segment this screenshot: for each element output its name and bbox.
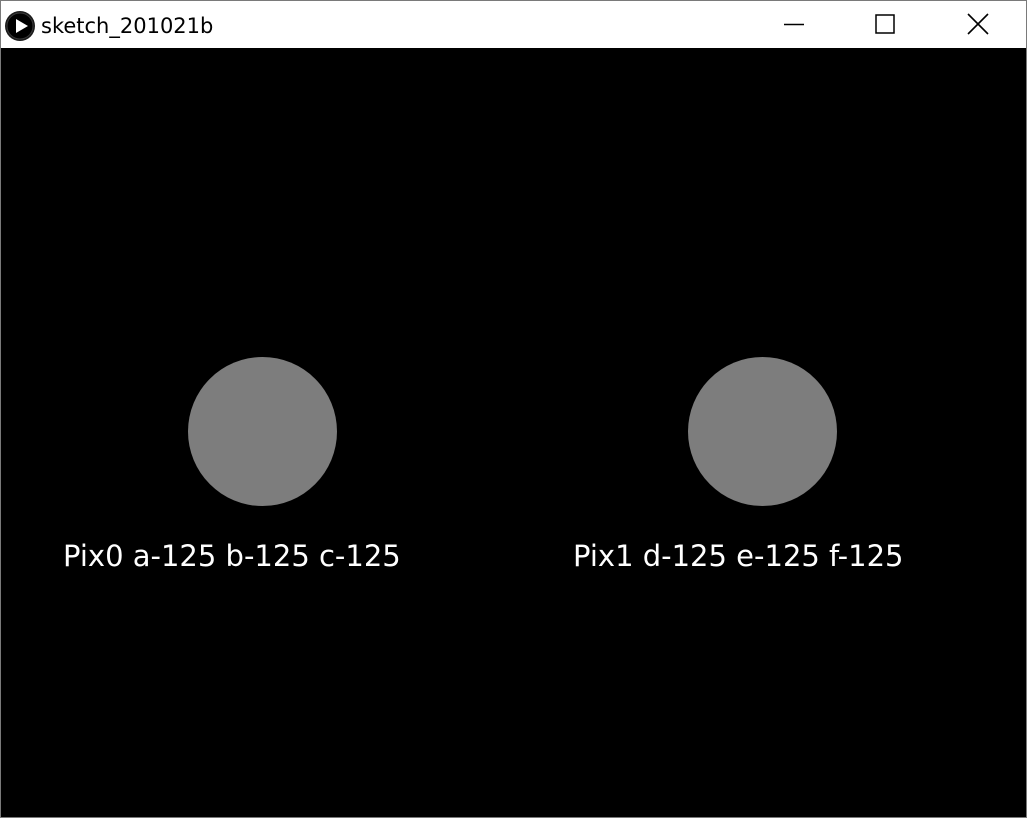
processing-play-icon	[5, 11, 35, 41]
maximize-icon	[875, 14, 895, 34]
close-button[interactable]	[955, 1, 1001, 47]
title-bar[interactable]: sketch_201021b	[1, 1, 1026, 48]
close-icon	[967, 13, 989, 35]
pixel-1-circle	[688, 357, 837, 506]
maximize-button[interactable]	[862, 1, 908, 47]
window-title: sketch_201021b	[41, 14, 214, 38]
sketch-window: sketch_201021b Pix0 a-125 b-125 c-125 Pi…	[0, 0, 1027, 818]
minimize-button[interactable]	[771, 1, 817, 47]
pixel-0-circle	[188, 357, 337, 506]
pixel-0-label: Pix0 a-125 b-125 c-125	[63, 539, 401, 573]
pixel-1-label: Pix1 d-125 e-125 f-125	[573, 539, 904, 573]
sketch-canvas[interactable]: Pix0 a-125 b-125 c-125 Pix1 d-125 e-125 …	[1, 48, 1026, 817]
